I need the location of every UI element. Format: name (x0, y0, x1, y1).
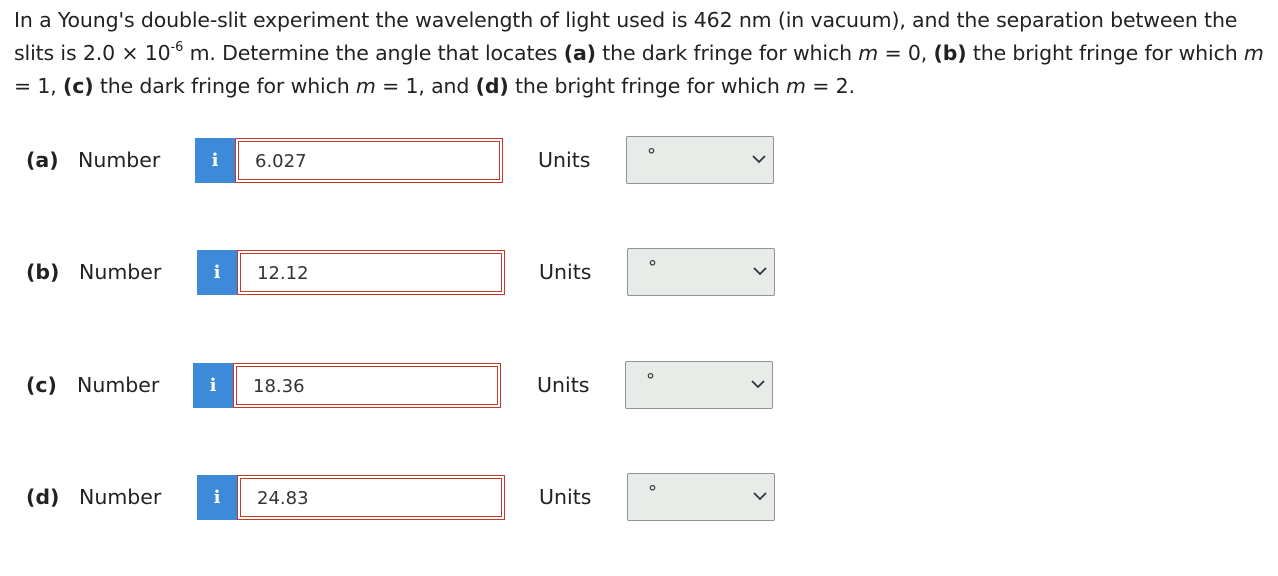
answer-value[interactable]: 24.83 (240, 478, 502, 517)
part-label: (d) (26, 485, 60, 509)
units-selected-value: ° (647, 145, 656, 166)
info-icon[interactable]: i (197, 250, 237, 295)
number-label: Number (79, 485, 162, 509)
answer-input[interactable]: 18.36 (233, 363, 501, 408)
number-label: Number (77, 373, 160, 397)
question-text: In a Young's double-slit experiment the … (14, 8, 1264, 98)
units-label: Units (537, 373, 590, 397)
chevron-down-icon (753, 267, 767, 276)
part-label: (a) (26, 148, 59, 172)
units-label: Units (538, 148, 591, 172)
answer-value[interactable]: 6.027 (238, 141, 500, 180)
info-icon[interactable]: i (197, 475, 237, 520)
info-icon[interactable]: i (195, 138, 235, 183)
info-icon[interactable]: i (193, 363, 233, 408)
units-select[interactable]: ° (627, 248, 775, 296)
units-selected-value: ° (646, 370, 655, 391)
chevron-down-icon (753, 492, 767, 501)
part-label: (c) (26, 373, 57, 397)
chevron-down-icon (752, 155, 766, 164)
answer-row-c: (c) Number i 18.36 Units ° (0, 361, 1278, 409)
units-selected-value: ° (648, 257, 657, 278)
part-label: (b) (26, 260, 60, 284)
answer-value[interactable]: 12.12 (240, 253, 502, 292)
answer-input[interactable]: 6.027 (235, 138, 503, 183)
units-select[interactable]: ° (627, 473, 775, 521)
number-label: Number (79, 260, 162, 284)
answer-input[interactable]: 24.83 (237, 475, 505, 520)
answer-input[interactable]: 12.12 (237, 250, 505, 295)
answer-value[interactable]: 18.36 (236, 366, 498, 405)
answer-row-d: (d) Number i 24.83 Units ° (0, 473, 1278, 521)
answer-row-a: (a) Number i 6.027 Units ° (0, 136, 1278, 184)
units-selected-value: ° (648, 482, 657, 503)
number-label: Number (78, 148, 161, 172)
units-label: Units (539, 260, 592, 284)
units-label: Units (539, 485, 592, 509)
units-select[interactable]: ° (625, 361, 773, 409)
answer-row-b: (b) Number i 12.12 Units ° (0, 248, 1278, 296)
chevron-down-icon (751, 380, 765, 389)
units-select[interactable]: ° (626, 136, 774, 184)
